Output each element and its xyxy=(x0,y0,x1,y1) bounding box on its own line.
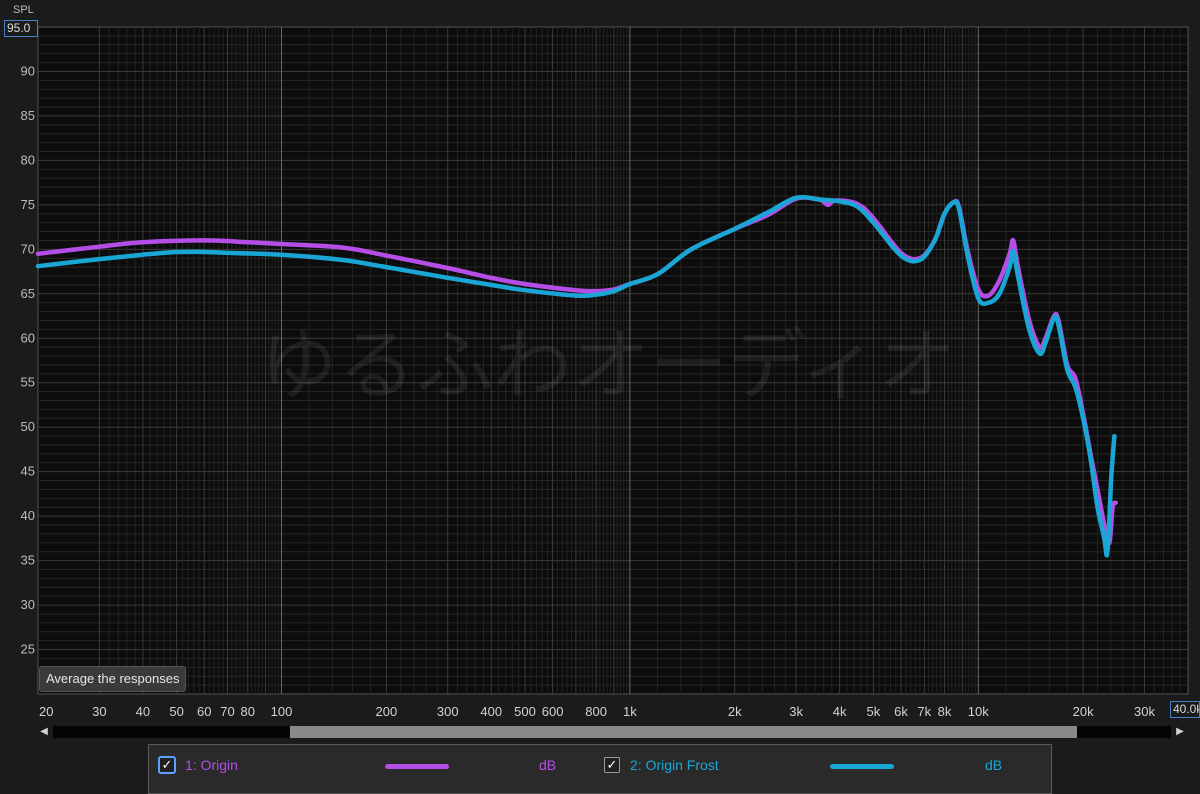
legend-entry-origin-frost: ✓ 2: Origin Frost dB xyxy=(604,755,1044,777)
y-axis-labels: 25 30 35 40 45 50 55 60 65 70 75 80 85 90 xyxy=(21,63,35,656)
legend-checkbox-origin-frost[interactable]: ✓ xyxy=(604,757,620,773)
x-tick-label: 20k xyxy=(1073,704,1094,719)
y-tick-label: 80 xyxy=(21,152,35,167)
y-tick-label: 25 xyxy=(21,642,35,657)
legend-checkbox-origin[interactable]: ✓ xyxy=(159,757,175,773)
scroll-left-arrow-icon[interactable]: ◀ xyxy=(37,723,51,741)
horizontal-scrollbar[interactable]: ◀ ▶ xyxy=(37,723,1187,741)
y-tick-label: 55 xyxy=(21,375,35,390)
scroll-thumb[interactable] xyxy=(290,726,1077,738)
watermark-text: ゆるふわオーディオ xyxy=(260,321,957,411)
x-tick-label: 4k xyxy=(833,704,847,719)
x-tick-label: 8k xyxy=(938,704,952,719)
legend-swatch-origin-frost xyxy=(830,764,894,769)
legend-label-origin-frost: 2: Origin Frost xyxy=(630,757,719,773)
scroll-right-arrow-icon[interactable]: ▶ xyxy=(1173,723,1187,741)
x-tick-label: 70 xyxy=(220,704,234,719)
y-axis-unit: SPL xyxy=(13,4,34,16)
y-tick-label: 75 xyxy=(21,197,35,212)
x-tick-label: 20 xyxy=(39,704,53,719)
x-tick-label: 50 xyxy=(169,704,183,719)
x-tick-label: 80 xyxy=(241,704,255,719)
x-tick-label: 200 xyxy=(376,704,398,719)
y-tick-label: 30 xyxy=(21,597,35,612)
x-max-input[interactable]: 40.0k xyxy=(1170,701,1200,718)
x-axis-labels: 20 30 40 50 60 70 80 100 200 300 400 500 600 800 1k 2k 3… xyxy=(39,704,1155,719)
y-tick-label: 60 xyxy=(21,330,35,345)
x-tick-label: 1k xyxy=(623,704,637,719)
x-tick-label: 800 xyxy=(585,704,607,719)
y-max-input[interactable]: 95.0 xyxy=(4,20,38,37)
x-tick-label: 7k xyxy=(917,704,931,719)
x-tick-label: 10k xyxy=(968,704,989,719)
y-tick-label: 70 xyxy=(21,241,35,256)
y-tick-label: 35 xyxy=(21,553,35,568)
x-tick-label: 6k xyxy=(894,704,908,719)
x-tick-label: 3k xyxy=(789,704,803,719)
legend-label-origin: 1: Origin xyxy=(185,757,238,773)
y-tick-label: 50 xyxy=(21,419,35,434)
average-responses-button[interactable]: Average the responses xyxy=(39,666,187,692)
legend-unit-origin: dB xyxy=(539,757,557,773)
x-tick-label: 40 xyxy=(136,704,150,719)
y-tick-label: 45 xyxy=(21,464,35,479)
legend-panel: ✓ 1: Origin dB ✓ 2: Origin Frost dB xyxy=(148,744,1052,794)
y-tick-label: 85 xyxy=(21,108,35,123)
legend-unit-origin-frost: dB xyxy=(985,757,1003,773)
x-tick-label: 2k xyxy=(728,704,742,719)
x-tick-label: 5k xyxy=(867,704,881,719)
scroll-track[interactable] xyxy=(53,726,1171,738)
x-tick-label: 30k xyxy=(1134,704,1155,719)
x-tick-label: 600 xyxy=(542,704,564,719)
x-tick-label: 400 xyxy=(480,704,502,719)
x-tick-label: 300 xyxy=(437,704,459,719)
y-tick-label: 40 xyxy=(21,508,35,523)
legend-entry-origin: ✓ 1: Origin dB xyxy=(159,755,599,777)
x-tick-label: 100 xyxy=(271,704,293,719)
legend-swatch-origin xyxy=(385,764,449,769)
y-tick-label: 90 xyxy=(21,63,35,78)
x-tick-label: 30 xyxy=(92,704,106,719)
x-tick-label: 60 xyxy=(197,704,211,719)
y-tick-label: 65 xyxy=(21,286,35,301)
x-tick-label: 500 xyxy=(514,704,536,719)
